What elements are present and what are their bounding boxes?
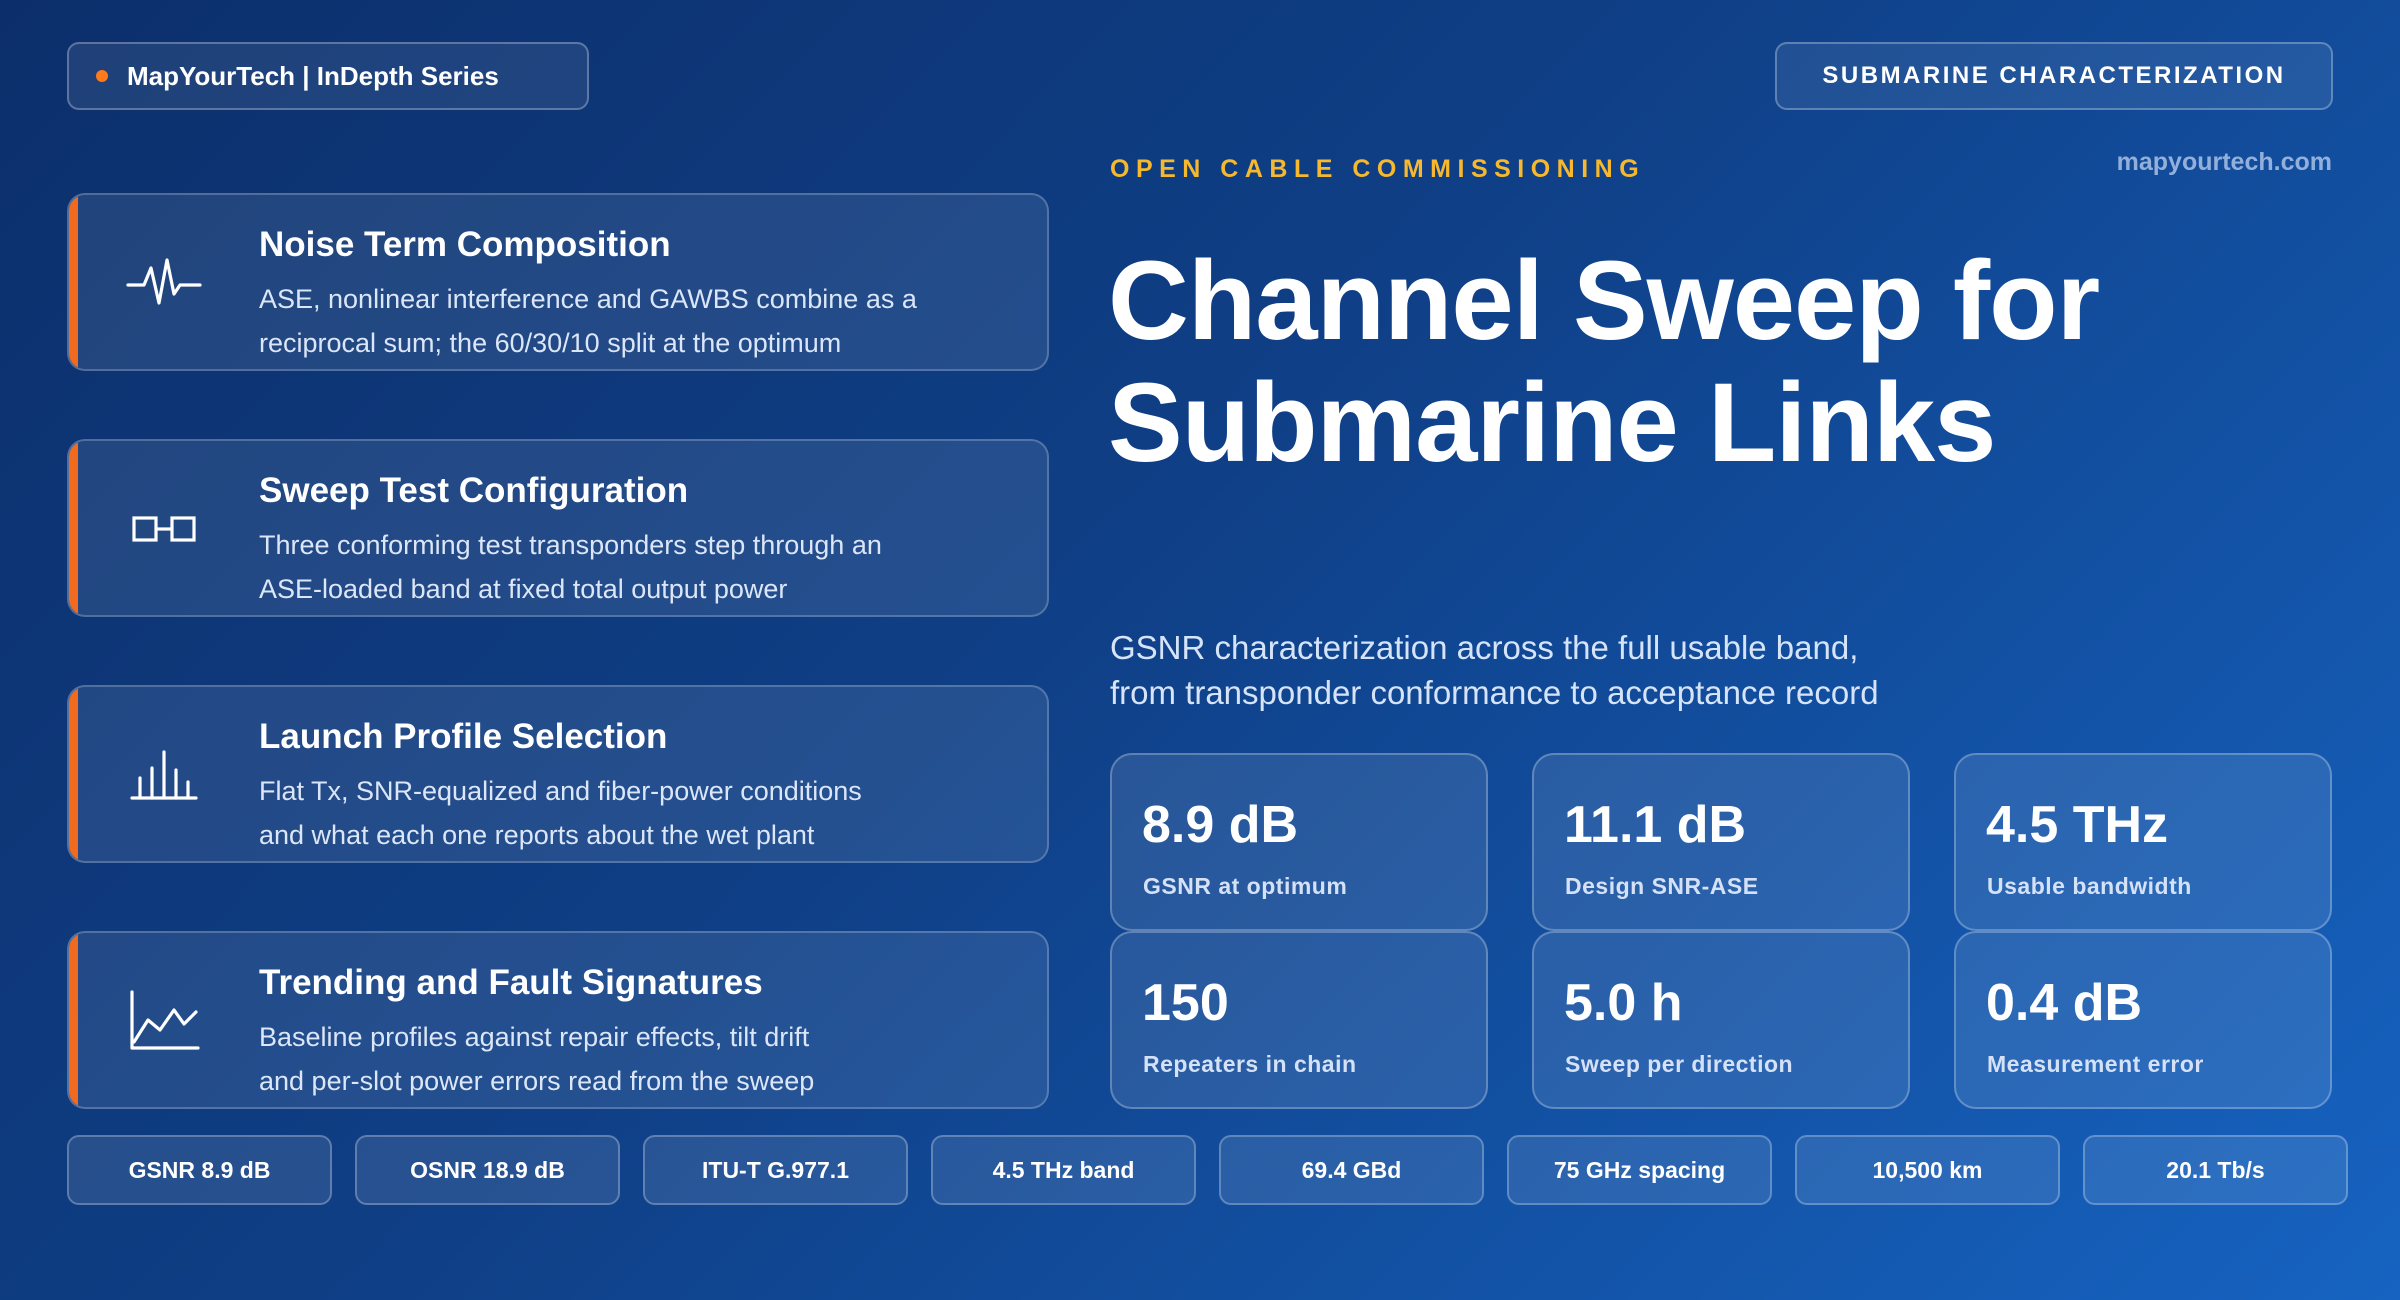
tag-chip: 69.4 GBd <box>1219 1135 1484 1205</box>
stat-label: Measurement error <box>1987 1051 2204 1077</box>
stat-tile-error: 0.4 dB Measurement error <box>1954 931 2332 1109</box>
tag-chip: GSNR 8.9 dB <box>67 1135 332 1205</box>
tag-chip: 75 GHz spacing <box>1507 1135 1772 1205</box>
subtitle-line-2: from transponder conformance to acceptan… <box>1110 674 1879 711</box>
card-accent-bar <box>69 687 78 861</box>
topic-badge: SUBMARINE CHARACTERIZATION <box>1775 42 2333 110</box>
stat-value: 0.4 dB <box>1986 974 2143 1032</box>
topic-card-trending: Trending and Fault Signatures Baseline p… <box>67 931 1049 1109</box>
site-url: mapyourtech.com <box>2116 148 2332 176</box>
stat-tile-repeaters: 150 Repeaters in chain <box>1110 931 1488 1109</box>
stat-value: 11.1 dB <box>1564 796 1747 854</box>
brand-label: MapYourTech | InDepth Series <box>127 60 499 91</box>
card-desc-line: ASE-loaded band at fixed total output po… <box>259 574 788 604</box>
stat-value: 5.0 h <box>1564 974 1683 1032</box>
card-desc-line: Flat Tx, SNR-equalized and fiber-power c… <box>259 776 862 806</box>
topic-card-noise: Noise Term Composition ASE, nonlinear in… <box>67 193 1049 371</box>
stat-label: Design SNR-ASE <box>1565 873 1759 899</box>
card-description: ASE, nonlinear interference and GAWBS co… <box>259 277 999 365</box>
stat-tile-sweep-time: 5.0 h Sweep per direction <box>1532 931 1910 1109</box>
card-accent-bar <box>69 195 78 369</box>
tag-chip: 4.5 THz band <box>931 1135 1196 1205</box>
card-desc-line: Baseline profiles against repair effects… <box>259 1022 810 1052</box>
stat-label: Repeaters in chain <box>1143 1051 1357 1077</box>
card-description: Three conforming test transponders step … <box>259 523 999 611</box>
stat-tile-gsnr: 8.9 dB GSNR at optimum <box>1110 753 1488 931</box>
stat-value: 4.5 THz <box>1986 796 2169 854</box>
card-description: Flat Tx, SNR-equalized and fiber-power c… <box>259 769 999 857</box>
card-desc-line: ASE, nonlinear interference and GAWBS co… <box>259 284 917 314</box>
card-desc-line: reciprocal sum; the 60/30/10 split at th… <box>259 328 842 358</box>
card-desc-line: and what each one reports about the wet … <box>259 820 815 850</box>
card-title: Launch Profile Selection <box>259 717 668 756</box>
subtitle-line-1: GSNR characterization across the full us… <box>1110 629 1859 666</box>
transponders-icon <box>124 494 204 564</box>
waveform-icon <box>124 248 204 318</box>
card-desc-line: Three conforming test transponders step … <box>259 530 882 560</box>
line-chart-icon <box>124 986 204 1056</box>
tag-chip: 10,500 km <box>1795 1135 2060 1205</box>
stat-value: 150 <box>1142 974 1229 1032</box>
card-title: Trending and Fault Signatures <box>259 963 763 1002</box>
title-line-1: Channel Sweep for <box>1108 238 2100 363</box>
card-title: Noise Term Composition <box>259 225 671 264</box>
card-desc-line: and per-slot power errors read from the … <box>259 1066 815 1096</box>
stat-value: 8.9 dB <box>1142 796 1299 854</box>
title-line-2: Submarine Links <box>1108 360 1996 485</box>
page-title: Channel Sweep for Submarine Links <box>1108 240 2368 484</box>
stat-label: Sweep per direction <box>1565 1051 1794 1077</box>
series-badge: MapYourTech | InDepth Series <box>67 42 589 110</box>
card-title: Sweep Test Configuration <box>259 471 689 510</box>
subtitle: GSNR characterization across the full us… <box>1110 625 2110 715</box>
tag-chip: OSNR 18.9 dB <box>355 1135 620 1205</box>
card-accent-bar <box>69 933 78 1107</box>
topic-label: SUBMARINE CHARACTERIZATION <box>1822 62 2286 89</box>
card-accent-bar <box>69 441 78 615</box>
stat-tile-bandwidth: 4.5 THz Usable bandwidth <box>1954 753 2332 931</box>
brand-dot-icon <box>96 70 108 82</box>
tag-chip: 20.1 Tb/s <box>2083 1135 2348 1205</box>
eyebrow-label: OPEN CABLE COMMISSIONING <box>1110 155 1646 183</box>
topic-card-sweep: Sweep Test Configuration Three conformin… <box>67 439 1049 617</box>
card-description: Baseline profiles against repair effects… <box>259 1015 999 1103</box>
stat-tile-snr-ase: 11.1 dB Design SNR-ASE <box>1532 753 1910 931</box>
topic-card-launch: Launch Profile Selection Flat Tx, SNR-eq… <box>67 685 1049 863</box>
stat-label: Usable bandwidth <box>1987 873 2192 899</box>
tag-chip: ITU-T G.977.1 <box>643 1135 908 1205</box>
stat-label: GSNR at optimum <box>1143 873 1348 899</box>
bar-chart-icon <box>124 740 204 810</box>
